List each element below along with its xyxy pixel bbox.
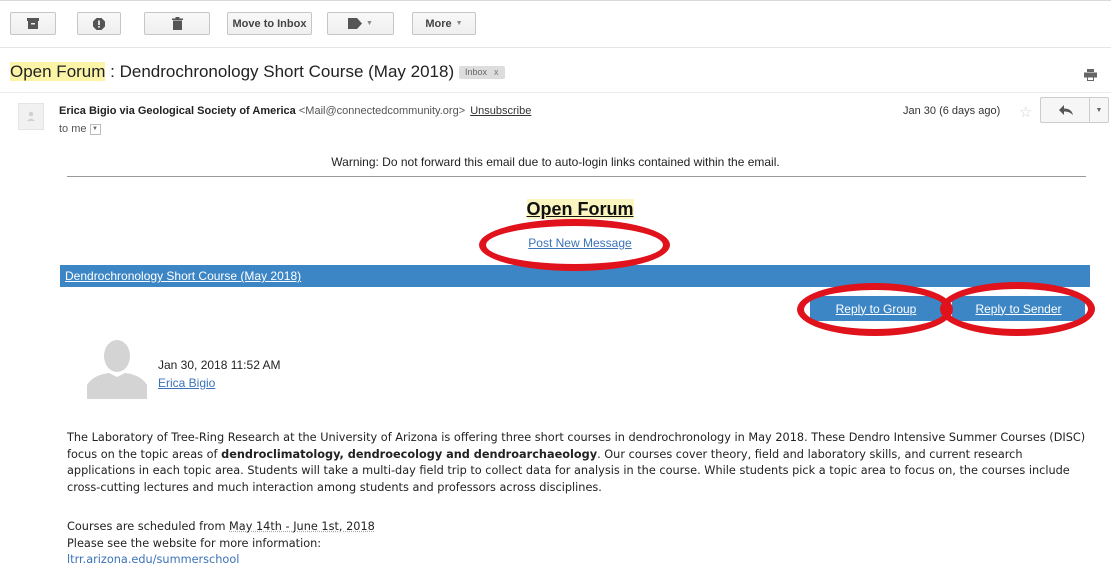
subject-forum: Open Forum [10,62,106,81]
star-icon[interactable]: ☆ [1019,103,1032,121]
reply-icon [1058,105,1073,115]
subject-line: Open Forum : Dendrochronology Short Cour… [10,62,454,82]
thread-title-link[interactable]: Dendrochronology Short Course (May 2018) [65,269,301,283]
print-icon[interactable] [1084,68,1097,86]
delete-button[interactable] [144,12,210,35]
inbox-label-text: Inbox [465,67,488,77]
schedule-prefix: Courses are scheduled from [67,520,230,533]
recipient-line: to me ▼ [59,123,101,135]
report-spam-button[interactable] [77,12,121,35]
subject-divider [0,92,1111,93]
toolbar-divider [0,47,1111,48]
recipient-text: to me [59,123,87,135]
move-to-inbox-button[interactable]: Move to Inbox [227,12,312,35]
message-date: Jan 30 (6 days ago) [903,105,1001,117]
schedule-dates: May 14th - June 1st, 2018 [229,520,375,533]
report-spam-icon [93,17,105,30]
archive-icon [27,18,39,29]
author-avatar [87,339,147,404]
body-divider [67,176,1086,177]
reply-button[interactable] [1040,97,1090,123]
chevron-down-icon: ▼ [455,20,463,27]
reply-to-group-button[interactable]: Reply to Group [810,296,942,321]
post-date: Jan 30, 2018 11:52 AM [158,358,281,372]
sender-avatar [18,103,44,130]
sender-name[interactable]: Erica Bigio via Geological Society of Am… [59,105,296,117]
chevron-down-icon: ▼ [366,20,373,27]
subject-text: : Dendrochronology Short Course (May 201… [105,62,455,81]
schedule-line: Courses are scheduled from May 14th - Ju… [67,519,375,536]
reply-to-sender-button[interactable]: Reply to Sender [952,296,1085,321]
archive-button[interactable] [10,12,56,35]
label-tag-icon [348,18,363,29]
schedule-block: Courses are scheduled from May 14th - Ju… [67,519,375,552]
remove-label-icon[interactable]: x [494,67,499,77]
more-info-line: Please see the website for more informat… [67,536,322,550]
forum-title-text: Open Forum [526,199,634,219]
sender-line: Erica Bigio via Geological Society of Am… [59,105,531,117]
post-author-link[interactable]: Erica Bigio [158,376,215,390]
forward-warning: Warning: Do not forward this email due t… [331,155,780,169]
message-more-button[interactable]: ▼ [1089,97,1109,123]
labels-button[interactable]: ▼ [327,12,394,35]
unsubscribe-link[interactable]: Unsubscribe [470,105,531,117]
show-details-icon[interactable]: ▼ [89,123,101,135]
inbox-label-chip[interactable]: Inbox x [459,66,505,79]
message-paragraph: The Laboratory of Tree-Ring Research at … [67,430,1087,496]
post-new-message-link[interactable]: Post New Message [0,236,1111,250]
forum-title: Open Forum [0,199,1111,220]
sender-email: <Mail@connectedcommunity.org> [298,105,466,117]
trash-icon [171,17,183,30]
top-border [0,0,1111,1]
chevron-down-icon: ▼ [1095,106,1103,114]
more-button[interactable]: More ▼ [412,12,476,35]
move-to-inbox-label: Move to Inbox [232,17,307,30]
website-link[interactable]: ltrr.arizona.edu/summerschool [67,552,239,569]
more-label: More [425,17,452,30]
paragraph-bold-topics: dendroclimatology, dendroecology and den… [221,447,598,461]
